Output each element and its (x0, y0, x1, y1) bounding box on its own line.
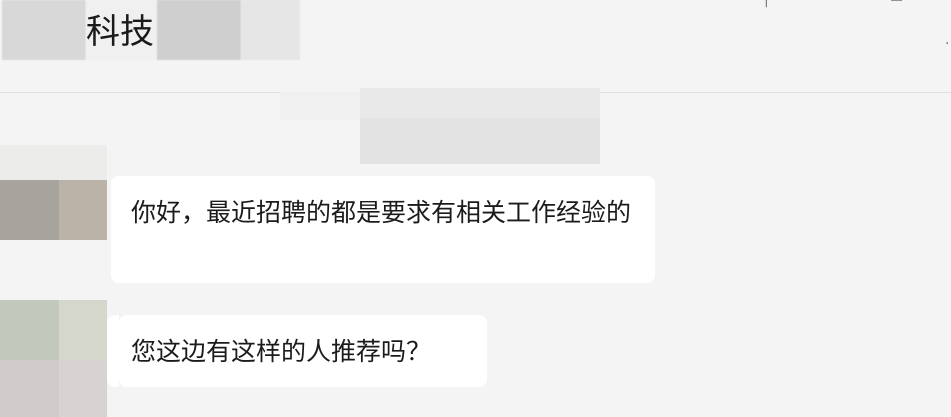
message-text: 您这边有这样的人推荐吗？ (131, 337, 432, 366)
blurred-timestamp-side (280, 92, 370, 120)
avatar-blur-bottom (0, 360, 107, 417)
message-bubble[interactable]: 您这边有这样的人推荐吗？ (107, 315, 487, 387)
avatar[interactable] (0, 300, 107, 360)
chat-header: 科技 | ▭ · (0, 0, 951, 93)
more-icon[interactable]: · (945, 36, 949, 52)
message-text: 你好，最近招聘的都是要求有相关工作经验的 (131, 198, 632, 227)
avatar[interactable] (0, 180, 107, 240)
blurred-timestamp (360, 88, 600, 164)
chat-title: 科技 (86, 12, 154, 52)
divider-icon: | (764, 0, 769, 8)
message-bubble[interactable]: 你好，最近招聘的都是要求有相关工作经验的 (111, 176, 655, 283)
window-icon[interactable]: ▭ (890, 0, 903, 6)
avatar-blur-top (0, 145, 107, 180)
